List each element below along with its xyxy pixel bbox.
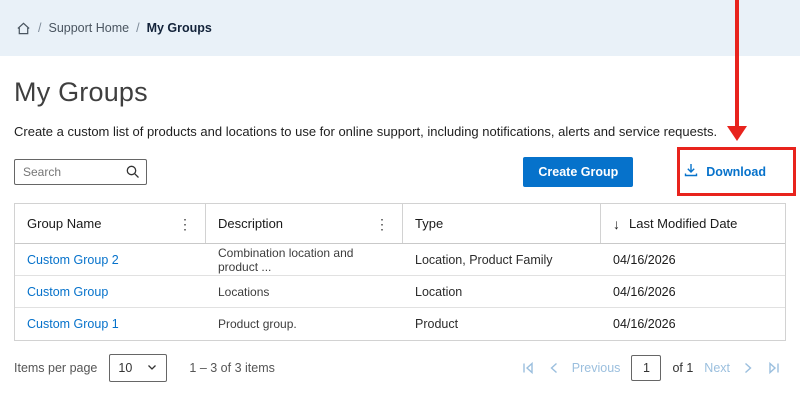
group-name-cell: Custom Group <box>15 285 206 299</box>
table-header-row: Group Name ⋮ Description ⋮ Type ↓ Last M… <box>15 204 785 244</box>
next-button[interactable]: Next <box>704 361 730 375</box>
last-modified-cell: 04/16/2026 <box>601 317 785 331</box>
download-button-label: Download <box>706 165 766 179</box>
breadcrumb-separator: / <box>38 21 41 35</box>
previous-page-icon[interactable] <box>547 361 561 375</box>
breadcrumb-support-home[interactable]: Support Home <box>48 21 129 35</box>
items-per-page-label: Items per page <box>14 361 97 375</box>
table-row: Custom Group 1 Product group. Product 04… <box>15 308 785 340</box>
group-name-cell: Custom Group 1 <box>15 317 206 331</box>
download-button[interactable]: Download <box>679 156 770 187</box>
description-cell: Locations <box>206 285 403 299</box>
search-input[interactable] <box>14 159 147 185</box>
first-page-icon[interactable] <box>520 360 536 376</box>
items-range-text: 1 – 3 of 3 items <box>189 361 274 375</box>
column-menu-icon[interactable]: ⋮ <box>175 217 195 231</box>
type-cell: Location, Product Family <box>403 253 601 267</box>
sort-descending-icon[interactable]: ↓ <box>613 217 620 231</box>
toolbar: Create Group Download <box>14 156 786 187</box>
group-name-cell: Custom Group 2 <box>15 253 206 267</box>
type-cell: Product <box>403 317 601 331</box>
breadcrumb: / Support Home / My Groups <box>0 0 800 56</box>
page-title: My Groups <box>14 77 786 108</box>
group-link[interactable]: Custom Group <box>27 285 108 299</box>
last-page-icon[interactable] <box>766 360 782 376</box>
column-menu-icon[interactable]: ⋮ <box>372 217 392 231</box>
column-header-description: Description ⋮ <box>206 204 403 243</box>
column-header-last-modified[interactable]: ↓ Last Modified Date <box>601 204 785 243</box>
items-per-page-select[interactable]: 10 <box>109 354 167 382</box>
previous-button[interactable]: Previous <box>572 361 621 375</box>
create-group-button[interactable]: Create Group <box>523 157 633 187</box>
groups-table: Group Name ⋮ Description ⋮ Type ↓ Last M… <box>14 203 786 341</box>
pagination: Previous of 1 Next <box>520 355 782 381</box>
page-of-label: of 1 <box>672 361 693 375</box>
description-cell: Combination location and product ... <box>206 246 403 274</box>
group-link[interactable]: Custom Group 2 <box>27 253 119 267</box>
description-cell: Product group. <box>206 317 403 331</box>
next-page-icon[interactable] <box>741 361 755 375</box>
breadcrumb-my-groups: My Groups <box>147 21 212 35</box>
table-row: Custom Group Locations Location 04/16/20… <box>15 276 785 308</box>
last-modified-cell: 04/16/2026 <box>601 253 785 267</box>
group-link[interactable]: Custom Group 1 <box>27 317 119 331</box>
last-modified-cell: 04/16/2026 <box>601 285 785 299</box>
table-row: Custom Group 2 Combination location and … <box>15 244 785 276</box>
type-cell: Location <box>403 285 601 299</box>
column-header-group-name: Group Name ⋮ <box>15 204 206 243</box>
page-number-input[interactable] <box>631 355 661 381</box>
page-description: Create a custom list of products and loc… <box>14 124 786 139</box>
table-footer: Items per page 10 1 – 3 of 3 items <box>14 354 786 400</box>
chevron-down-icon <box>146 361 158 376</box>
column-header-type: Type <box>403 204 601 243</box>
breadcrumb-separator: / <box>136 21 139 35</box>
download-icon <box>683 162 699 181</box>
home-icon[interactable] <box>16 21 31 36</box>
